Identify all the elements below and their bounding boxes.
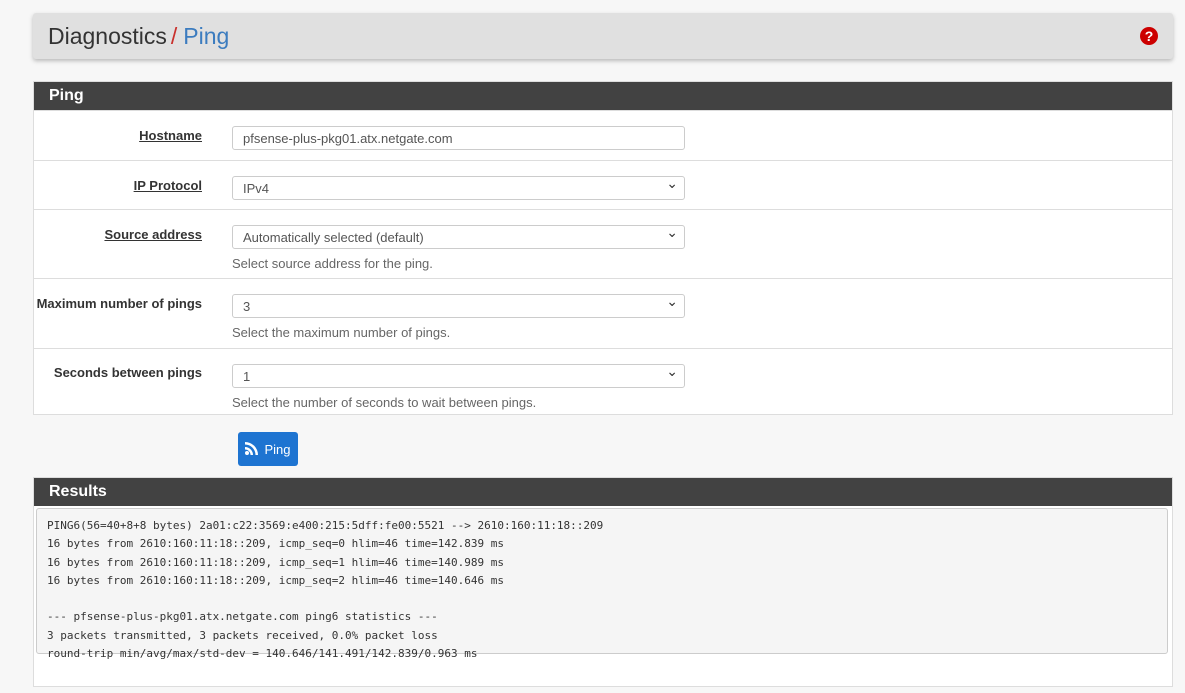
rss-icon xyxy=(245,441,259,458)
results-panel: Results PING6(56=40+8+8 bytes) 2a01:c22:… xyxy=(33,477,1173,687)
results-title: Results xyxy=(34,478,1172,506)
result-line: PING6(56=40+8+8 bytes) 2a01:c22:3569:e40… xyxy=(47,519,604,532)
ip-protocol-label: IP Protocol xyxy=(133,178,202,193)
breadcrumb: Diagnostics / Ping xyxy=(48,23,229,50)
source-address-hint: Select source address for the ping. xyxy=(232,256,433,271)
max-pings-row: Maximum number of pings 3 Select the max… xyxy=(34,278,1172,348)
source-address-label: Source address xyxy=(104,227,202,242)
breadcrumb-separator: / xyxy=(170,23,178,49)
hostname-row: Hostname pfsense-plus-pkg01.atx.netgate.… xyxy=(34,110,1172,160)
result-line xyxy=(47,590,1157,608)
seconds-label: Seconds between pings xyxy=(53,365,202,380)
question-circle-icon[interactable]: ? xyxy=(1140,27,1158,45)
hostname-input[interactable]: pfsense-plus-pkg01.atx.netgate.com xyxy=(232,126,685,150)
hostname-label: Hostname xyxy=(139,128,202,143)
ping-button-label: Ping xyxy=(264,441,291,457)
ip-protocol-select[interactable]: IPv4 xyxy=(232,175,685,200)
result-line: 16 bytes from 2610:160:11:18::209, icmp_… xyxy=(47,555,504,569)
ping-button[interactable]: Ping xyxy=(238,432,298,466)
max-pings-label: Maximum number of pings xyxy=(36,296,202,311)
page-header: Diagnostics / Ping ? xyxy=(33,13,1173,59)
result-line: round-trip min/avg/max/std-dev = 140.646… xyxy=(47,647,478,661)
max-pings-select[interactable]: 3 xyxy=(232,293,685,318)
results-output: PING6(56=40+8+8 bytes) 2a01:c22:3569:e40… xyxy=(36,508,1168,660)
source-address-row: Source address Automatically selected (d… xyxy=(34,209,1172,278)
max-pings-hint: Select the maximum number of pings. xyxy=(232,325,451,340)
result-line: 16 bytes from 2610:160:11:18::209, icmp_… xyxy=(47,573,504,587)
seconds-select[interactable]: 1 xyxy=(232,363,685,388)
seconds-row: Seconds between pings 1 Select the numbe… xyxy=(34,348,1172,418)
ping-form-panel: Ping Hostname pfsense-plus-pkg01.atx.net… xyxy=(33,81,1173,415)
result-line: 3 packets transmitted, 3 packets receive… xyxy=(47,628,438,642)
breadcrumb-diagnostics[interactable]: Diagnostics xyxy=(48,23,167,49)
ip-protocol-row: IP Protocol IPv4 xyxy=(34,160,1172,209)
source-address-select[interactable]: Automatically selected (default) xyxy=(232,224,685,249)
panel-title: Ping xyxy=(34,82,1172,110)
result-line: 16 bytes from 2610:160:11:18::209, icmp_… xyxy=(47,537,504,551)
breadcrumb-ping[interactable]: Ping xyxy=(183,23,229,49)
seconds-hint: Select the number of seconds to wait bet… xyxy=(232,395,537,410)
result-line: --- pfsense-plus-pkg01.atx.netgate.com p… xyxy=(47,610,438,624)
